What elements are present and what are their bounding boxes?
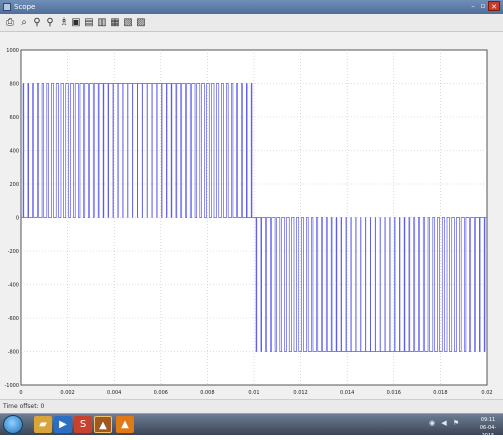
clock-time: 09:11 <box>480 417 496 423</box>
title-bar[interactable]: Scope – ▫ ✕ <box>0 0 503 14</box>
vlc-taskbar-icon[interactable]: ▲ <box>116 416 134 433</box>
x-tick-label: 0.002 <box>60 390 74 396</box>
scope-app-icon <box>3 3 11 11</box>
x-tick-label: 0.016 <box>387 390 401 396</box>
y-tick-label: 800 <box>9 82 19 88</box>
x-tick-label: 0.006 <box>154 390 168 396</box>
autoscale-icon[interactable]: ♗ <box>58 16 70 29</box>
y-tick-label: -200 <box>8 249 19 255</box>
y-tick-label: 400 <box>9 149 19 155</box>
y-tick-label: -400 <box>8 283 19 289</box>
x-tick-label: 0.01 <box>248 390 259 396</box>
x-tick-label: 0.018 <box>433 390 447 396</box>
scope-plot[interactable]: 0 0.002 0.004 0.006 0.008 0.01 0.012 0.014 0.016… <box>0 32 503 399</box>
browser-taskbar-icon[interactable]: S <box>74 416 92 433</box>
y-tick-label: -1000 <box>4 383 19 389</box>
window-title: Scope <box>14 3 36 11</box>
x-tick-label: 0.02 <box>481 390 492 396</box>
zoom-icon[interactable]: ⌕ <box>18 16 30 29</box>
minimize-button[interactable]: – <box>468 1 478 11</box>
x-tick-label: 0 <box>19 390 22 396</box>
zoom-x-icon[interactable]: ⚲ <box>31 16 43 29</box>
explorer-taskbar-icon[interactable]: ▰ <box>34 416 52 433</box>
network-icon[interactable]: ◉ <box>428 419 436 427</box>
scope-window: Scope – ▫ ✕ ⎙ ⌕ ⚲ ⚲ ♗ ▣ ▤ ▥ ▦ ▧ ▨ 0 0.002… <box>0 0 503 413</box>
clock[interactable]: 09:11 06-04-2015 <box>474 416 502 440</box>
status-bar: Time offset: 0 <box>0 399 503 413</box>
y-tick-label: 0 <box>16 216 19 222</box>
media-player-taskbar-icon[interactable]: ▶ <box>54 416 72 433</box>
x-tick-label: 0.012 <box>293 390 307 396</box>
y-tick-label: -600 <box>8 316 19 322</box>
x-tick-label: 0.004 <box>107 390 121 396</box>
y-tick-label: 1000 <box>6 48 19 54</box>
close-button[interactable]: ✕ <box>488 1 500 11</box>
volume-icon[interactable]: ◀ <box>440 419 448 427</box>
system-tray: ◉ ◀ ⚑ 09:11 06-04-2015 <box>420 416 503 439</box>
start-button[interactable] <box>3 415 23 434</box>
x-tick-label: 0.008 <box>200 390 214 396</box>
print-icon[interactable]: ⎙ <box>4 16 16 29</box>
y-tick-label: 600 <box>9 115 19 121</box>
zoom-y-icon[interactable]: ⚲ <box>44 16 56 29</box>
flag-icon[interactable]: ⚑ <box>452 419 460 427</box>
parameters-icon[interactable]: ▤ <box>83 16 95 29</box>
legend-icon[interactable]: ▨ <box>135 16 147 29</box>
matlab-taskbar-icon[interactable]: ▲ <box>94 416 112 433</box>
taskbar: ▰ ▶ S ▲ ▲ ◉ ◀ ⚑ 09:11 06-04-2015 <box>0 413 503 439</box>
time-offset-label: Time offset: 0 <box>3 403 45 410</box>
lock-icon[interactable]: ▦ <box>109 16 121 29</box>
y-tick-label: 200 <box>9 182 19 188</box>
maximize-button[interactable]: ▫ <box>478 1 488 11</box>
y-tick-label: -800 <box>8 350 19 356</box>
float-icon[interactable]: ▥ <box>96 16 108 29</box>
save-axes-icon[interactable]: ▣ <box>70 16 82 29</box>
x-tick-label: 0.014 <box>340 390 354 396</box>
toolbar: ⎙ ⌕ ⚲ ⚲ ♗ ▣ ▤ ▥ ▦ ▧ ▨ <box>0 14 503 32</box>
clock-date: 06-04-2015 <box>479 425 497 439</box>
plot-area: 0 0.002 0.004 0.006 0.008 0.01 0.012 0.014 0.016… <box>0 32 503 399</box>
selection-icon[interactable]: ▧ <box>122 16 134 29</box>
